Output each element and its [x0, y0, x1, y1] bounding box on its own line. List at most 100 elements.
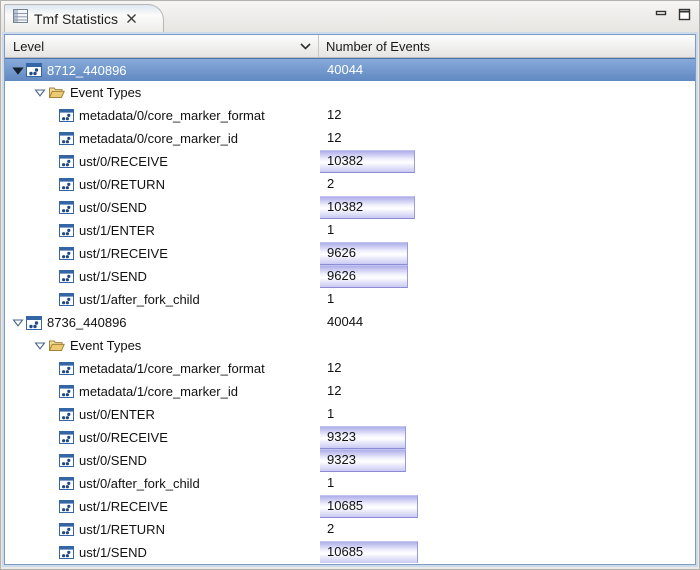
table-row[interactable]: ust/0/RETURN2 — [5, 173, 695, 196]
row-label: ust/0/SEND — [79, 200, 147, 215]
row-label: 8712_440896 — [47, 63, 127, 78]
table-row[interactable]: ust/1/RECEIVE10685 — [5, 495, 695, 518]
table-row[interactable]: metadata/1/core_marker_format12 — [5, 357, 695, 380]
row-value: 12 — [327, 383, 341, 398]
events-cell: 1 — [319, 288, 695, 311]
row-label: ust/0/RECEIVE — [79, 154, 168, 169]
event-icon — [59, 132, 74, 145]
row-label: metadata/0/core_marker_id — [79, 131, 238, 146]
events-cell: 2 — [319, 518, 695, 541]
row-label: ust/0/SEND — [79, 453, 147, 468]
events-cell: 2 — [319, 173, 695, 196]
row-label: 8736_440896 — [47, 315, 127, 330]
events-cell: 12 — [319, 380, 695, 403]
events-cell: 12 — [319, 104, 695, 127]
row-label: metadata/1/core_marker_id — [79, 384, 238, 399]
event-icon — [59, 201, 74, 214]
events-cell: 1 — [319, 403, 695, 426]
row-label: ust/1/RECEIVE — [79, 246, 168, 261]
row-label: ust/1/SEND — [79, 269, 147, 284]
row-value: 9323 — [327, 452, 356, 467]
table-row[interactable]: Event Types — [5, 81, 695, 104]
event-icon — [59, 155, 74, 168]
event-icon — [59, 500, 74, 513]
row-value: 2 — [327, 521, 334, 536]
expander-icon[interactable] — [10, 317, 26, 328]
tmf-statistics-view: Tmf Statistics Lev — [0, 0, 700, 570]
trace-icon — [26, 63, 42, 77]
row-value: 40044 — [327, 62, 363, 77]
row-value: 10685 — [327, 544, 363, 559]
row-value: 1 — [327, 291, 334, 306]
table-row[interactable]: ust/1/SEND10685 — [5, 541, 695, 563]
column-header-number-of-events[interactable]: Number of Events — [319, 35, 695, 57]
row-value: 1 — [327, 475, 334, 490]
table-row[interactable]: ust/1/after_fork_child 1 — [5, 288, 695, 311]
event-icon — [59, 109, 74, 122]
event-icon — [59, 454, 74, 467]
table-row[interactable]: ust/1/RETURN 2 — [5, 518, 695, 541]
row-label: ust/0/after_fork_child — [79, 476, 200, 491]
event-icon — [59, 523, 74, 536]
column-events-label: Number of Events — [326, 39, 430, 54]
table-row[interactable]: ust/0/RECEIVE 10382 — [5, 150, 695, 173]
expander-icon[interactable] — [32, 340, 48, 351]
events-cell — [319, 81, 695, 104]
table-row[interactable]: Event Types — [5, 334, 695, 357]
events-cell: 40044 — [319, 311, 695, 334]
row-value: 1 — [327, 406, 334, 421]
row-value: 2 — [327, 176, 334, 191]
row-label: ust/0/ENTER — [79, 407, 155, 422]
table-row[interactable]: ust/0/after_fork_child 1 — [5, 472, 695, 495]
table-row[interactable]: ust/0/SEND 9323 — [5, 449, 695, 472]
expander-icon[interactable] — [10, 65, 26, 76]
events-cell: 9626 — [319, 242, 695, 265]
column-header-level[interactable]: Level — [5, 35, 319, 57]
minimize-icon[interactable] — [655, 9, 668, 20]
table-row[interactable]: 8712_440896 40044 — [5, 58, 695, 81]
table-row[interactable]: ust/0/ENTER 1 — [5, 403, 695, 426]
maximize-icon[interactable] — [678, 8, 691, 21]
events-cell: 10685 — [319, 495, 695, 518]
close-icon[interactable] — [126, 13, 137, 24]
folder-open-icon — [48, 86, 65, 99]
row-value: 9626 — [327, 245, 356, 260]
events-cell: 10685 — [319, 541, 695, 563]
event-icon — [59, 362, 74, 375]
events-cell: 1 — [319, 219, 695, 242]
table-row[interactable]: 8736_440896 40044 — [5, 311, 695, 334]
tab-tmf-statistics[interactable]: Tmf Statistics — [4, 4, 164, 34]
event-icon — [59, 270, 74, 283]
event-icon — [59, 178, 74, 191]
row-label: metadata/0/core_marker_format — [79, 108, 265, 123]
events-cell: 1 — [319, 472, 695, 495]
events-cell: 9626 — [319, 265, 695, 288]
row-value: 12 — [327, 107, 341, 122]
table-row[interactable]: ust/0/SEND10382 — [5, 196, 695, 219]
events-cell: 9323 — [319, 449, 695, 472]
table-row[interactable]: metadata/1/core_marker_id 12 — [5, 380, 695, 403]
expander-icon[interactable] — [32, 87, 48, 98]
table-row[interactable]: metadata/0/core_marker_id12 — [5, 127, 695, 150]
event-icon — [59, 224, 74, 237]
event-icon — [59, 247, 74, 260]
table-row[interactable]: metadata/0/core_marker_format 12 — [5, 104, 695, 127]
tab-title: Tmf Statistics — [34, 11, 118, 27]
table-header: Level Number of Events — [5, 35, 695, 58]
event-icon — [59, 546, 74, 559]
row-label: ust/0/RECEIVE — [79, 430, 168, 445]
table-row[interactable]: ust/1/SEND 9626 — [5, 265, 695, 288]
row-value: 1 — [327, 222, 334, 237]
row-value: 10382 — [327, 153, 363, 168]
table-row[interactable]: ust/1/RECEIVE 9626 — [5, 242, 695, 265]
row-label: ust/1/after_fork_child — [79, 292, 200, 307]
chevron-down-icon[interactable] — [299, 42, 312, 51]
table-row[interactable]: ust/0/RECEIVE9323 — [5, 426, 695, 449]
events-cell — [319, 334, 695, 357]
row-label: ust/1/RETURN — [79, 522, 165, 537]
trace-icon — [26, 316, 42, 330]
table-row[interactable]: ust/1/ENTER1 — [5, 219, 695, 242]
view-tab-bar: Tmf Statistics — [1, 1, 699, 34]
statistics-table: Level Number of Events 8712_440896 40044 — [4, 34, 696, 565]
row-value: 12 — [327, 360, 341, 375]
